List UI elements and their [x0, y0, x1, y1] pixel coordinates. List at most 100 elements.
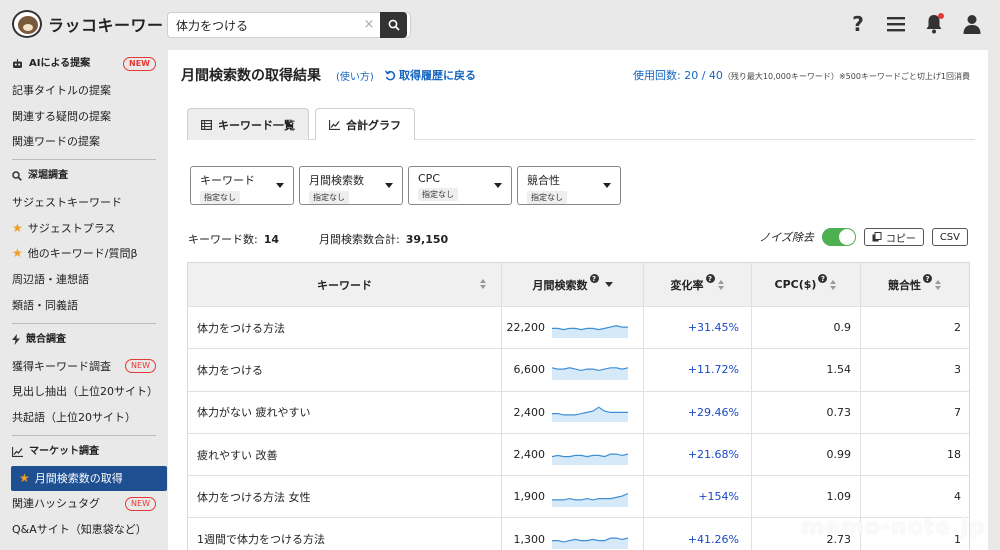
keyword-cell[interactable]: 体力をつける方法 女性 [188, 476, 502, 518]
clear-search-icon[interactable]: × [358, 13, 380, 37]
filter-monthly-volume[interactable]: 月間検索数 指定なし [299, 166, 403, 205]
table-row[interactable]: 体力をつける方法 22,200 +31.45% 0.9 2 [188, 307, 969, 350]
sidebar-item-synonyms[interactable]: 類語・同義語 [12, 293, 156, 319]
main-panel: 月間検索数の取得結果 (使い方) 取得履歴に戻る 使用回数: 20 / 40（残… [168, 50, 988, 550]
sparkline-area [552, 325, 628, 338]
table-row[interactable]: 疲れやすい 改善 2,400 +21.68% 0.99 18 [188, 433, 969, 477]
trend-sparkline [552, 367, 628, 380]
header-change-rate[interactable]: 変化率? [644, 263, 752, 306]
keyword-cell[interactable]: 体力がない 疲れやすい [188, 391, 502, 433]
section-heading-market: マーケット調査 [12, 438, 156, 466]
sidebar-item-acquired-keywords[interactable]: 獲得キーワード調査 NEW [12, 354, 156, 380]
table-header-row: キーワード 月間検索数? 変化率? CPC($)? 競合性? [188, 263, 969, 307]
sidebar-item-question-suggest[interactable]: 関連する疑問の提案 [12, 104, 156, 130]
competition-cell: 3 [954, 363, 961, 377]
table-tools: ノイズ除去 コピー CSV [759, 228, 968, 246]
star-icon: ★ [12, 220, 23, 235]
volume-cell: 1,300 [502, 518, 644, 550]
competition-cell: 2 [954, 321, 961, 335]
sidebar-item-qa-sites[interactable]: Q&Aサイト（知恵袋など） [12, 517, 156, 543]
user-account-icon[interactable] [962, 12, 982, 36]
how-to-link[interactable]: (使い方) [336, 68, 374, 83]
sidebar-item-other-keywords[interactable]: ★ 他のキーワード/質問β [12, 241, 156, 267]
sidebar-item-suggest-plus[interactable]: ★ サジェストプラス [12, 216, 156, 242]
keyword-cell[interactable]: 体力をつける [188, 349, 502, 391]
notification-dot [938, 13, 944, 19]
view-tabs: キーワード一覧 合計グラフ [187, 108, 975, 140]
bolt-icon [12, 334, 20, 345]
notification-bell-icon[interactable] [924, 12, 944, 36]
sidebar-item-cooccurrence[interactable]: 共起語（上位20サイト） [12, 405, 156, 431]
section-heading-competitor: 競合調査 [12, 326, 156, 354]
app-name: ラッコキーワード [48, 16, 181, 35]
header-monthly-volume[interactable]: 月間検索数? [502, 263, 644, 306]
sidebar-item-hashtags[interactable]: 関連ハッシュタグ NEW [12, 491, 156, 517]
otter-logo-icon [12, 10, 42, 38]
top-bar: ラッコキーワード × ? [0, 0, 1000, 50]
help-icon[interactable]: ? [923, 274, 932, 283]
filter-competition[interactable]: 競合性 指定なし [517, 166, 621, 205]
change-cell: +31.45% [644, 307, 752, 349]
keyword-count: 14 [263, 233, 280, 246]
sidebar-item-suggest[interactable]: サジェストキーワード [12, 190, 156, 216]
keyword-cell[interactable]: 体力をつける方法 [188, 307, 502, 349]
usage-count: 使用回数: 20 / 40（残り最大10,000キーワード）※500キーワードご… [633, 69, 970, 82]
help-icon[interactable]: ? [818, 274, 828, 283]
table-row[interactable]: 体力をつける方法 女性 1,900 +154% 1.09 4 [188, 476, 969, 519]
sidebar-divider [12, 434, 156, 436]
page-title: 月間検索数の取得結果 [181, 68, 321, 84]
trend-sparkline [552, 453, 628, 465]
line-chart-icon [329, 119, 340, 130]
new-badge: NEW [125, 497, 156, 512]
header-cpc[interactable]: CPC($)? [752, 263, 861, 306]
noise-filter-toggle[interactable] [821, 228, 856, 246]
table-icon [201, 119, 212, 130]
keyword-cell[interactable]: 疲れやすい 改善 [188, 433, 502, 476]
table-row[interactable]: 体力をつける 6,600 +11.72% 1.54 3 [188, 349, 969, 392]
header-competition[interactable]: 競合性? [861, 263, 969, 306]
help-icon[interactable]: ? [589, 274, 599, 283]
help-icon[interactable]: ? [705, 274, 715, 283]
keyword-cell[interactable]: 1週間で体力をつける方法 [188, 518, 502, 550]
tab-total-graph[interactable]: 合計グラフ [315, 108, 415, 140]
change-cell: +11.72% [644, 349, 752, 391]
volume-cell: 2,400 [502, 391, 644, 433]
sidebar-divider [12, 159, 156, 161]
back-to-history-link[interactable]: 取得履歴に戻る [385, 67, 476, 83]
filter-cpc[interactable]: CPC 指定なし [408, 166, 512, 205]
chevron-down-icon [276, 183, 284, 188]
competition-cell: 18 [947, 448, 961, 462]
sort-icon [717, 279, 725, 291]
trend-sparkline [552, 406, 628, 423]
sort-icon [830, 279, 837, 291]
filter-keyword[interactable]: キーワード 指定なし [190, 166, 294, 205]
sidebar-item-heading-extract[interactable]: 見出し抽出（上位20サイト） [12, 379, 158, 405]
search-icon [12, 171, 22, 181]
table-row[interactable]: 体力がない 疲れやすい 2,400 +29.46% 0.73 7 [188, 391, 969, 434]
sidebar-item-title-suggest[interactable]: 記事タイトルの提案 [12, 78, 156, 104]
header-keyword[interactable]: キーワード [188, 263, 502, 306]
menu-icon[interactable] [886, 12, 906, 36]
volume-cell: 2,400 [502, 433, 644, 476]
cpc-cell: 1.54 [752, 349, 861, 391]
csv-button[interactable]: CSV [931, 228, 968, 246]
search-button[interactable] [380, 12, 407, 38]
volume-cell: 1,900 [502, 476, 644, 518]
volume-cell: 22,200 [502, 307, 644, 349]
app-logo[interactable]: ラッコキーワード [12, 10, 180, 38]
help-icon[interactable]: ? [848, 12, 868, 36]
competition-cell: 7 [954, 405, 961, 419]
sidebar-item-monthly-volume[interactable]: ★ 月間検索数の取得 [11, 465, 167, 492]
chevron-down-icon [494, 183, 502, 188]
volume-cell: 6,600 [502, 349, 644, 391]
sidebar-item-related-word-suggest[interactable]: 関連ワードの提案 [12, 129, 156, 155]
sidebar-item-associated-words[interactable]: 周辺語・連想語 [12, 267, 156, 293]
tab-keyword-list[interactable]: キーワード一覧 [187, 108, 309, 140]
new-badge: NEW [123, 57, 156, 71]
trend-sparkline [552, 324, 628, 338]
copy-button[interactable]: コピー [863, 228, 924, 246]
result-stats: キーワード数: 14 月間検索数合計: 39,150 [188, 233, 449, 246]
noise-filter-label: ノイズ除去 [759, 231, 814, 244]
search-input[interactable] [168, 13, 358, 37]
sort-icon [935, 279, 942, 291]
